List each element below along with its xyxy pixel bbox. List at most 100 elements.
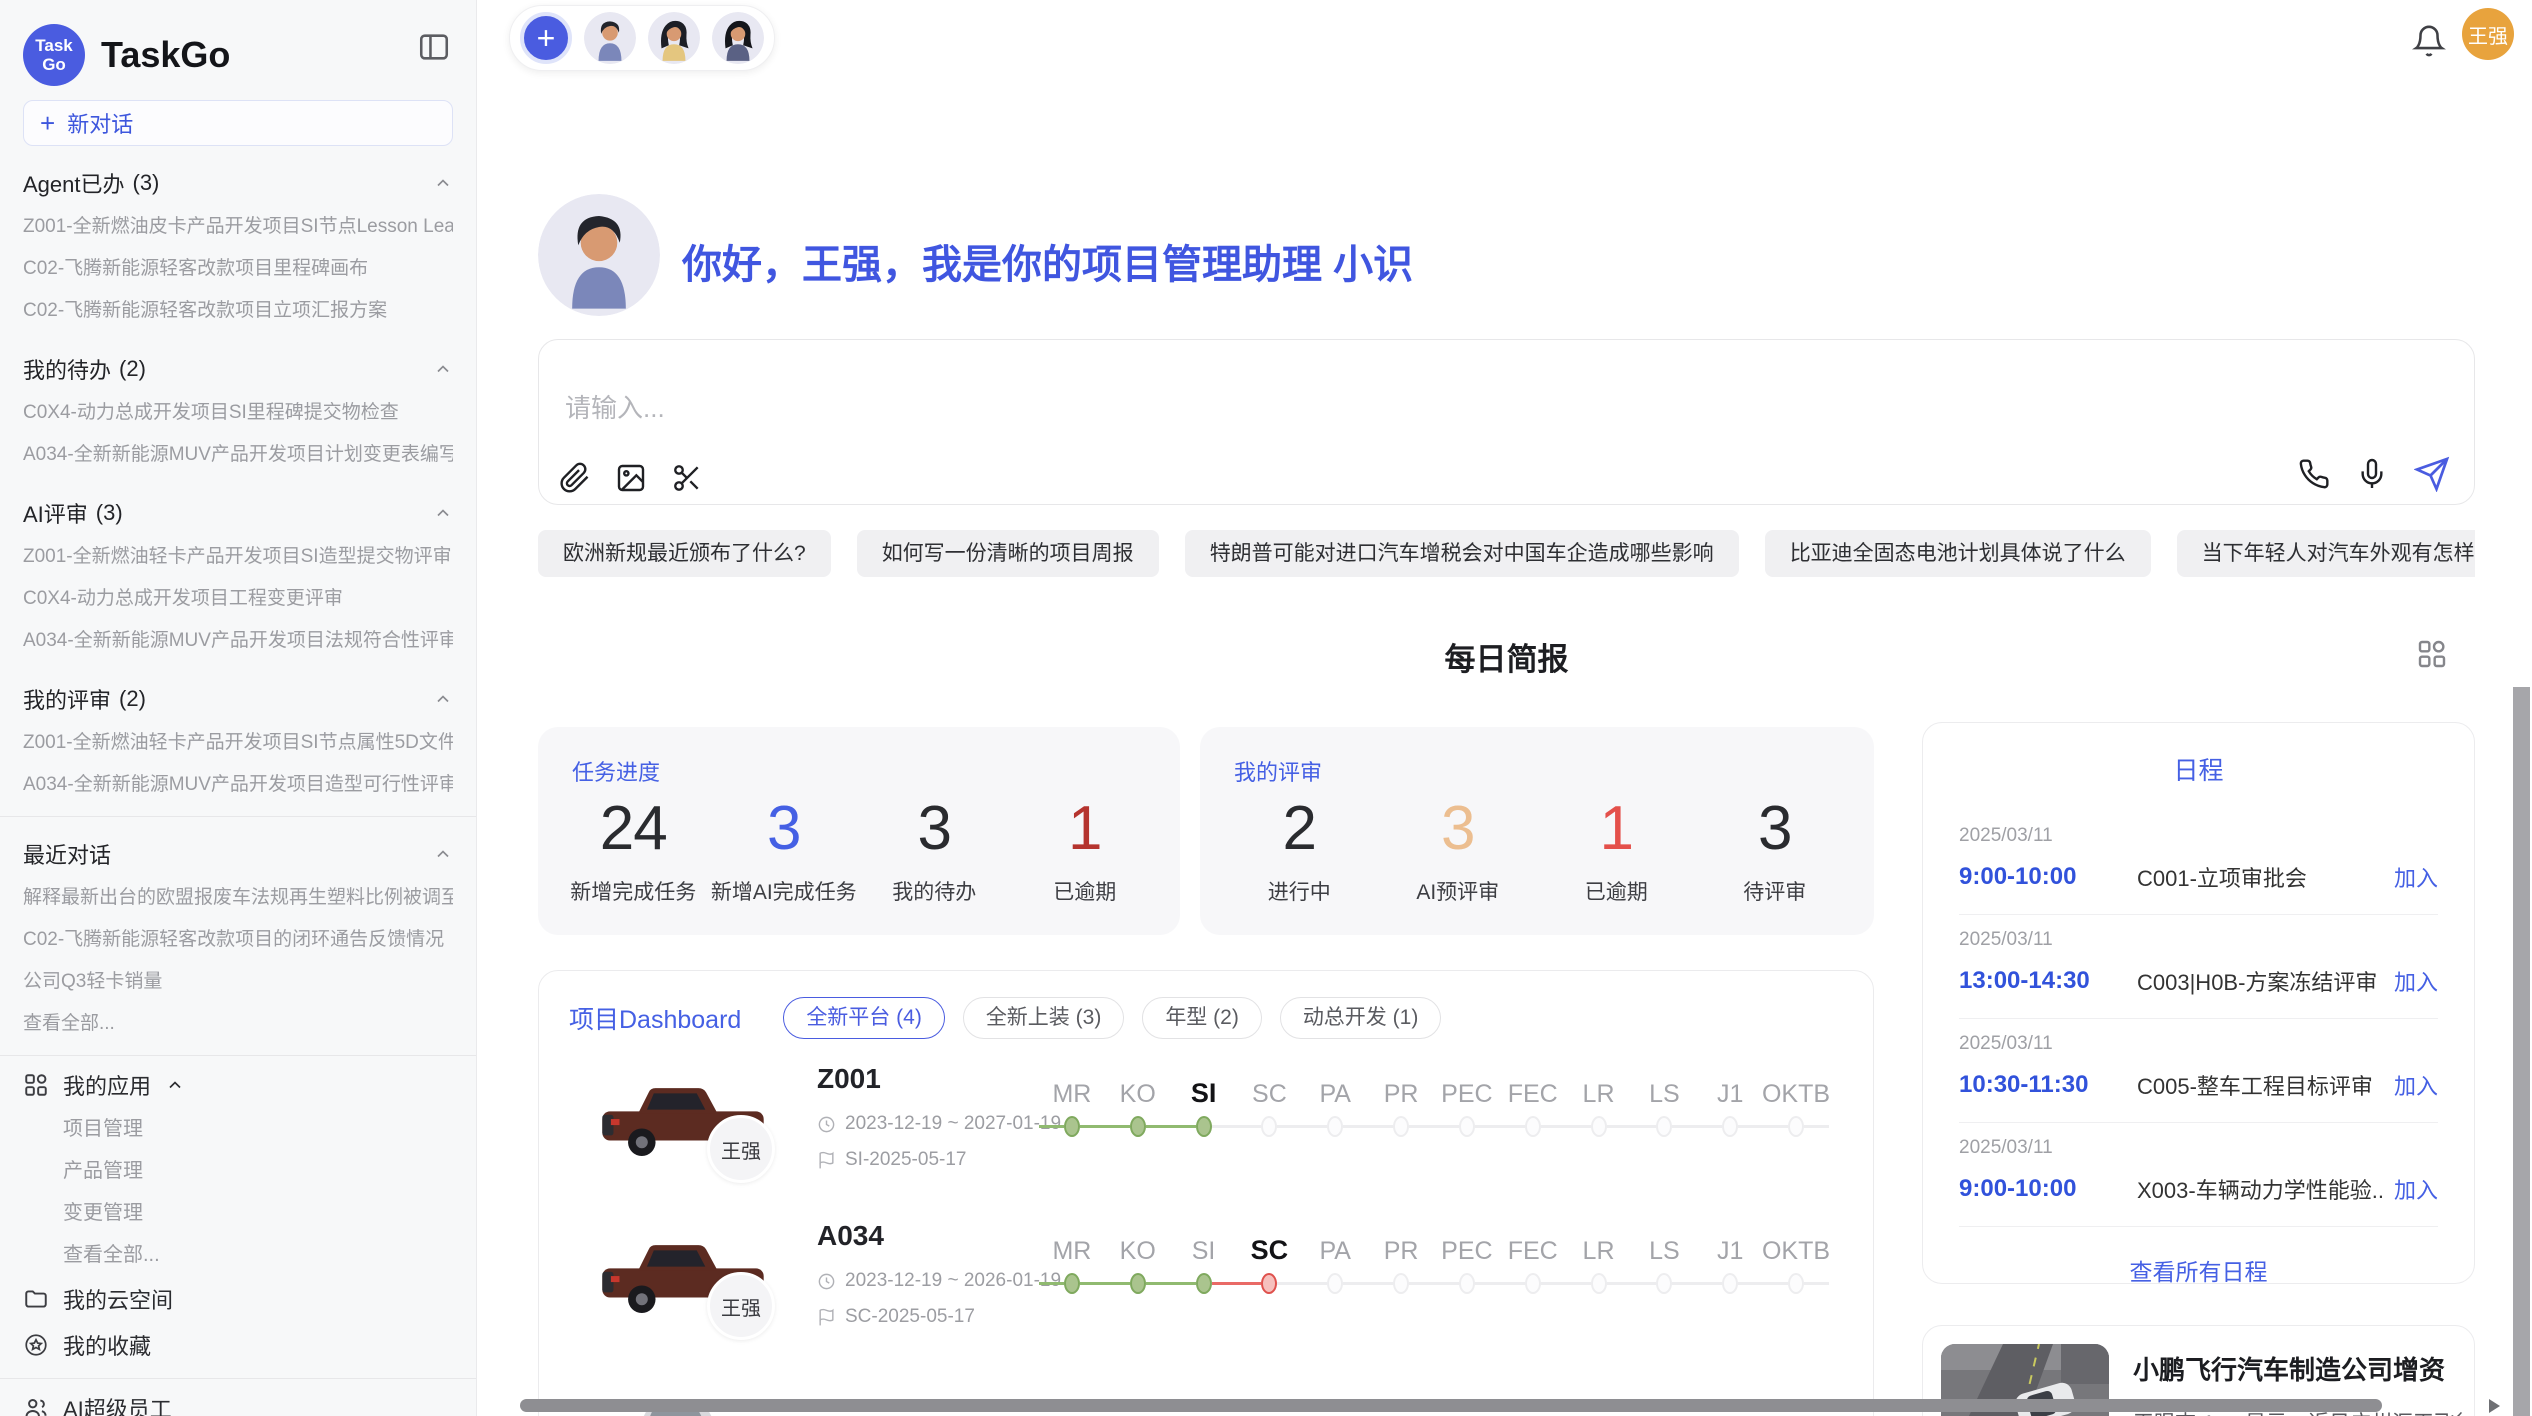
avatar-1[interactable] bbox=[584, 12, 636, 64]
milestone-MR: MR bbox=[1039, 1067, 1105, 1143]
sidebar-task-item[interactable]: C0X4-动力总成开发项目SI里程碑提交物检查 bbox=[23, 392, 453, 434]
dashboard-filter-chip[interactable]: 全新上装 (3) bbox=[963, 997, 1125, 1039]
section-label: Agent已办 bbox=[23, 167, 125, 199]
add-conversation-button[interactable]: + bbox=[520, 12, 572, 64]
project-row-a034[interactable]: 王强 A034 2023-12-19 ~ 2026-01-19 SC-2025-… bbox=[539, 1216, 1873, 1361]
sidebar-item-cloud-space[interactable]: 我的云空间 bbox=[23, 1276, 453, 1322]
app-logo-row: Task Go TaskGo bbox=[23, 0, 453, 88]
stat-label: 待评审 bbox=[1696, 876, 1855, 906]
recent-conversation-item[interactable]: 公司Q3轻卡销量 bbox=[23, 961, 453, 1003]
scissors-icon[interactable] bbox=[671, 462, 703, 494]
sidebar-task-item[interactable]: A034-全新新能源MUV产品开发项目法规符合性评审 bbox=[23, 620, 453, 662]
divider bbox=[0, 1378, 476, 1379]
chat-input[interactable] bbox=[563, 386, 2267, 448]
section-header-recent[interactable]: 最近对话 bbox=[23, 831, 453, 877]
sidebar-task-item[interactable]: A034-全新新能源MUV产品开发项目计划变更表编写 bbox=[23, 434, 453, 476]
send-icon[interactable] bbox=[2414, 456, 2450, 492]
app-sub-item[interactable]: 查看全部... bbox=[23, 1234, 453, 1276]
milestone-KO: KO bbox=[1105, 1067, 1171, 1143]
apps-grid-icon bbox=[23, 1072, 49, 1098]
horizontal-scrollbar[interactable] bbox=[520, 1399, 2382, 1412]
suggestion-chip[interactable]: 如何写一份清晰的项目周报 bbox=[857, 530, 1159, 577]
app-root: Task Go TaskGo + 新对话 Agent已办 (3) Z001-全新… bbox=[0, 0, 2532, 1416]
dashboard-filter-chip[interactable]: 年型 (2) bbox=[1142, 997, 1262, 1039]
sidebar-item-ai-super-staff[interactable]: AI超级员工 bbox=[23, 1385, 453, 1416]
calendar-event: 2025/03/11 10:30-11:30 C005-整车工程目标评审 加入 bbox=[1959, 1019, 2438, 1123]
sidebar-task-item[interactable]: Z001-全新燃油轻卡产品开发项目SI节点属性5D文件评审 bbox=[23, 722, 453, 764]
recent-conversation-item[interactable]: C02-飞腾新能源轻客改款项目的闭环通告反馈情况 bbox=[23, 919, 453, 961]
sidebar-item-favorites[interactable]: 我的收藏 bbox=[23, 1322, 453, 1368]
conversation-switcher: + bbox=[509, 5, 775, 71]
suggestion-chip[interactable]: 当下年轻人对汽车外观有怎样的喜好趋势 bbox=[2177, 530, 2475, 577]
milestone-J1: J1 bbox=[1697, 1224, 1763, 1300]
stat: 1 已逾期 bbox=[1537, 793, 1696, 906]
stat: 24 新增完成任务 bbox=[558, 793, 709, 906]
section-count: (3) bbox=[96, 500, 123, 526]
app-sub-item[interactable]: 变更管理 bbox=[23, 1192, 453, 1234]
sidebar-collapse-icon[interactable] bbox=[417, 30, 451, 64]
avatar-2[interactable] bbox=[648, 12, 700, 64]
new-chat-button[interactable]: + 新对话 bbox=[23, 100, 453, 146]
sidebar-task-item[interactable]: Z001-全新燃油轻卡产品开发项目SI造型提交物评审 bbox=[23, 536, 453, 578]
milestone-SI: SI bbox=[1171, 1224, 1237, 1300]
stat-value: 1 bbox=[1010, 793, 1161, 864]
briefing-layout-icon[interactable] bbox=[2416, 638, 2448, 670]
event-join-link[interactable]: 加入 bbox=[2394, 965, 2438, 997]
chevron-up-icon bbox=[433, 844, 453, 864]
event-time: 9:00-10:00 bbox=[1959, 1175, 2137, 1203]
sidebar-item-my-apps[interactable]: 我的应用 bbox=[23, 1062, 453, 1108]
dashboard-filter-chip[interactable]: 全新平台 (4) bbox=[783, 997, 945, 1039]
scroll-right-arrow[interactable] bbox=[2489, 1399, 2500, 1413]
flag-icon bbox=[817, 1308, 836, 1327]
notification-bell-icon[interactable] bbox=[2412, 24, 2446, 58]
milestone-FEC: FEC bbox=[1500, 1067, 1566, 1143]
project-flag-text: SC-2025-05-17 bbox=[845, 1306, 975, 1328]
event-time: 10:30-11:30 bbox=[1959, 1071, 2137, 1099]
project-owner-badge: 王强 bbox=[707, 1272, 775, 1340]
image-icon[interactable] bbox=[615, 462, 647, 494]
vertical-scrollbar[interactable] bbox=[2513, 687, 2530, 1416]
greeting-text: 你好，王强，我是你的项目管理助理 小识 bbox=[682, 232, 1413, 290]
app-sub-item[interactable]: 产品管理 bbox=[23, 1150, 453, 1192]
sidebar-task-item[interactable]: C02-飞腾新能源轻客改款项目里程碑画布 bbox=[23, 248, 453, 290]
section-header-ai-review[interactable]: AI评审 (3) bbox=[23, 490, 453, 536]
project-name: Z001 bbox=[817, 1063, 881, 1095]
suggestion-chip[interactable]: 欧洲新规最近颁布了什么? bbox=[538, 530, 831, 577]
apps-sublist: 项目管理产品管理变更管理查看全部... bbox=[23, 1108, 453, 1276]
recent-view-all-link[interactable]: 查看全部... bbox=[23, 1003, 453, 1045]
event-join-link[interactable]: 加入 bbox=[2394, 1173, 2438, 1205]
view-all-schedule-link[interactable]: 查看所有日程 bbox=[1923, 1253, 2474, 1287]
app-sub-item[interactable]: 项目管理 bbox=[23, 1108, 453, 1150]
sidebar-task-item[interactable]: C0X4-动力总成开发项目工程变更评审 bbox=[23, 578, 453, 620]
chevron-up-icon bbox=[433, 359, 453, 379]
milestone-OKTB: OKTB bbox=[1763, 1224, 1829, 1300]
recent-conversation-item[interactable]: 解释最新出台的欧盟报废车法规再生塑料比例被调至15%... bbox=[23, 877, 453, 919]
project-row-z001[interactable]: 王强 Z001 2023-12-19 ~ 2027-01-19 SI-2025-… bbox=[539, 1059, 1873, 1204]
microphone-icon[interactable] bbox=[2356, 458, 2388, 490]
clock-icon bbox=[817, 1272, 836, 1291]
calendar-event: 2025/03/11 9:00-10:00 X003-车辆动力学性能验... 加… bbox=[1959, 1123, 2438, 1227]
attachment-icon[interactable] bbox=[559, 462, 591, 494]
event-join-link[interactable]: 加入 bbox=[2394, 1069, 2438, 1101]
milestone-KO: KO bbox=[1105, 1224, 1171, 1300]
user-avatar[interactable]: 王强 bbox=[2462, 8, 2514, 60]
stat: 3 AI预评审 bbox=[1379, 793, 1538, 906]
phone-icon[interactable] bbox=[2298, 458, 2330, 490]
sidebar-task-item[interactable]: C02-飞腾新能源轻客改款项目立项汇报方案 bbox=[23, 290, 453, 332]
section-header-agent-done[interactable]: Agent已办 (3) bbox=[23, 160, 453, 206]
recent-list: 解释最新出台的欧盟报废车法规再生塑料比例被调至15%...C02-飞腾新能源轻客… bbox=[23, 877, 453, 1003]
sidebar-task-item[interactable]: Z001-全新燃油皮卡产品开发项目SI节点Lesson Learn报告 bbox=[23, 206, 453, 248]
avatar-3[interactable] bbox=[712, 12, 764, 64]
section-header-my-todo[interactable]: 我的待办 (2) bbox=[23, 346, 453, 392]
event-title: C005-整车工程目标评审 bbox=[2137, 1069, 2382, 1101]
sidebar-task-item[interactable]: A034-全新新能源MUV产品开发项目造型可行性评审 bbox=[23, 764, 453, 806]
composer bbox=[538, 339, 2475, 505]
dashboard-filter-chip[interactable]: 动总开发 (1) bbox=[1280, 997, 1442, 1039]
schedule-events: 2025/03/11 9:00-10:00 C001-立项审批会 加入 2025… bbox=[1923, 811, 2474, 1227]
suggestion-chip[interactable]: 特朗普可能对进口汽车增税会对中国车企造成哪些影响 bbox=[1185, 530, 1739, 577]
section-header-my-review[interactable]: 我的评审 (2) bbox=[23, 676, 453, 722]
suggestion-chip[interactable]: 比亚迪全固态电池计划具体说了什么 bbox=[1765, 530, 2151, 577]
event-join-link[interactable]: 加入 bbox=[2394, 861, 2438, 893]
stat: 2 进行中 bbox=[1220, 793, 1379, 906]
dashboard-title: 项目Dashboard bbox=[569, 1000, 741, 1036]
